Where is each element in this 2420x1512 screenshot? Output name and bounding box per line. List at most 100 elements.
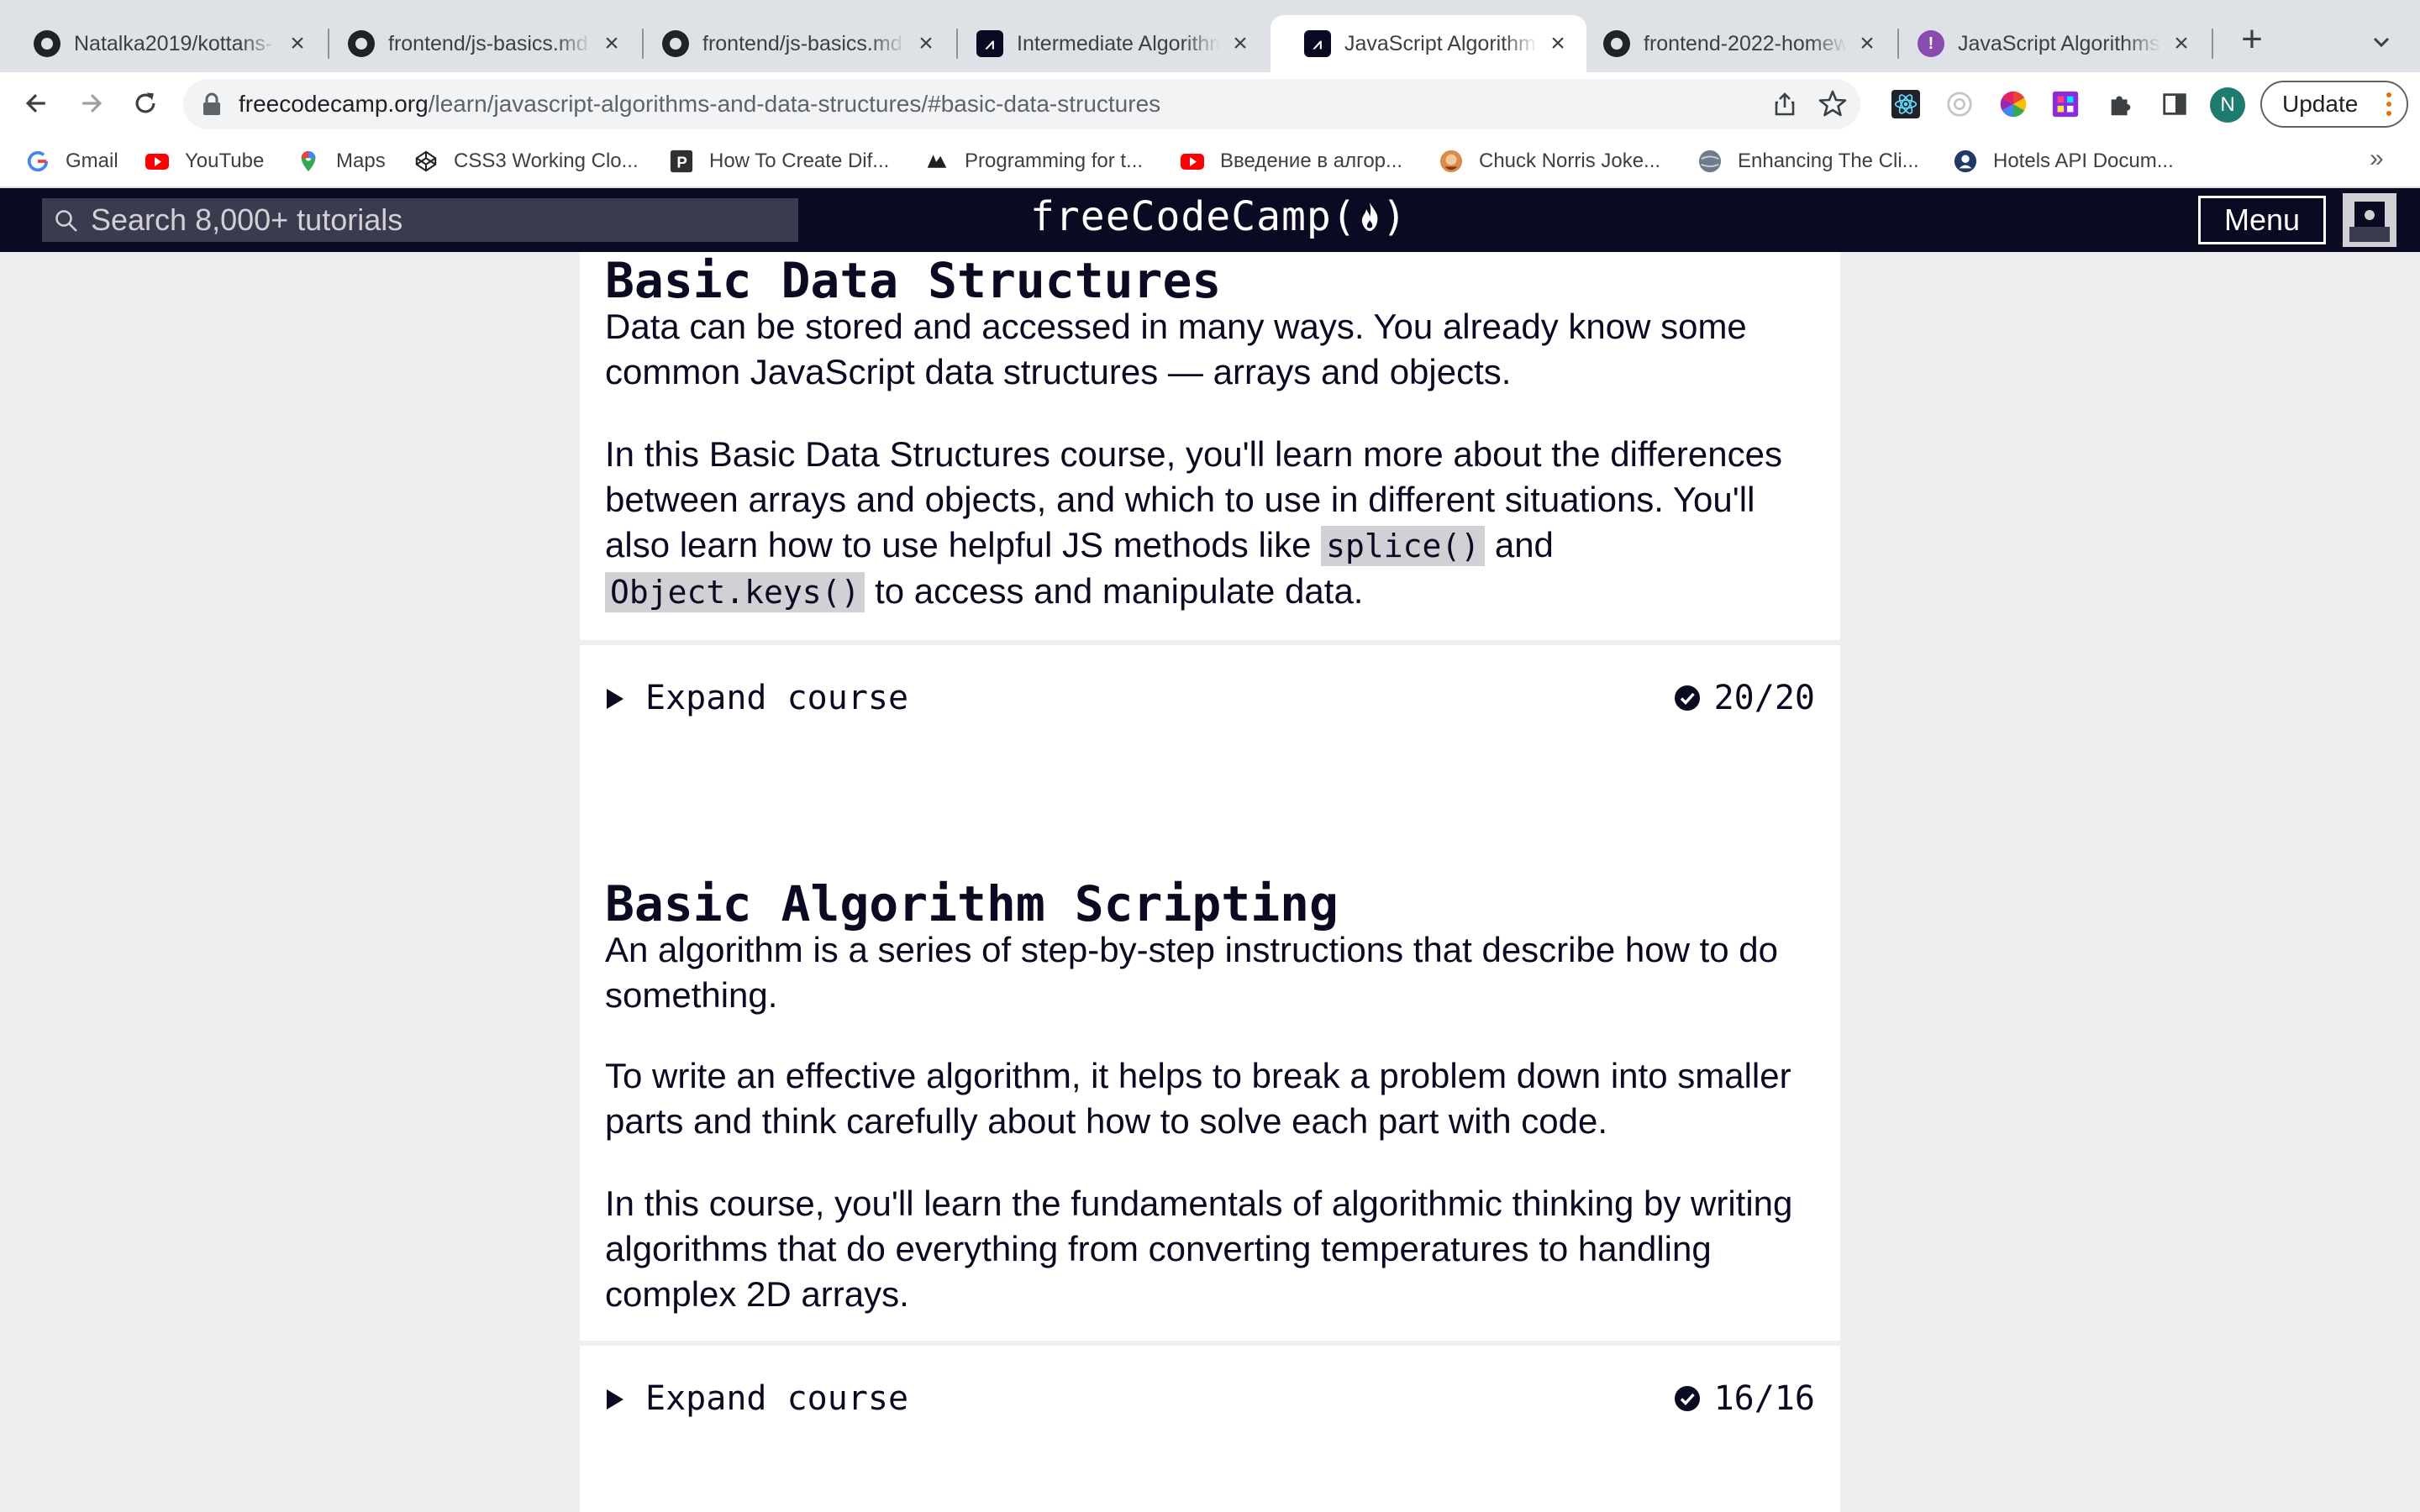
fcc-navbar: freeCodeCamp() Menu xyxy=(0,188,2420,252)
course-title: Basic Algorithm Scripting xyxy=(605,875,1339,932)
tab-frontend-homework[interactable]: frontend-2022-homew × xyxy=(1570,15,1896,72)
course-progress: 16/16 xyxy=(1674,1379,1815,1418)
fcc-search-box[interactable] xyxy=(42,198,798,242)
tab-natalka-repo[interactable]: Natalka2019/kottans- × xyxy=(0,15,326,72)
url-path: /learn/javascript-algorithms-and-data-st… xyxy=(428,91,1161,117)
arrow-left-icon xyxy=(25,93,45,113)
lock-icon[interactable] xyxy=(202,92,222,116)
course-card-basic-algorithm-scripting: Basic Algorithm Scripting An algorithm i… xyxy=(580,838,1840,1512)
bookmarks-bar: Gmail YouTube Maps CSS3 Working Clo... P… xyxy=(0,134,2420,188)
close-icon[interactable]: × xyxy=(1855,29,1879,57)
tab-title: JavaScript Algorithms xyxy=(1344,31,1538,55)
extension-circle[interactable] xyxy=(1944,89,1975,119)
tab-javascript-algorithms-active[interactable]: ⩘ JavaScript Algorithms × xyxy=(1270,15,1586,72)
flame-icon xyxy=(1361,202,1378,231)
new-tab-button[interactable]: + xyxy=(2235,21,2269,58)
close-icon[interactable]: × xyxy=(286,29,309,57)
p-logo-icon: P xyxy=(669,149,694,174)
course-description: Data can be stored and accessed in many … xyxy=(605,307,1747,391)
bookmark-label: Введение в алгор... xyxy=(1220,150,1403,172)
menu-button[interactable]: Menu xyxy=(2198,196,2326,244)
bookmark-label: Programming for t... xyxy=(965,150,1144,172)
star-icon[interactable] xyxy=(1818,89,1847,118)
youtube-icon xyxy=(1180,149,1205,174)
tab-title: Intermediate Algorithm xyxy=(1017,31,1220,55)
course-description: To write an effective algorithm, it help… xyxy=(605,1056,1791,1141)
github-icon xyxy=(34,30,60,57)
expand-course-label: Expand course xyxy=(645,679,909,717)
arrow-right-icon xyxy=(82,93,103,113)
expand-course-button[interactable]: Expand course 20/20 xyxy=(580,645,1840,754)
bookmark-enhancing-the-client[interactable]: Enhancing The Cli... xyxy=(1697,146,1919,176)
update-button[interactable]: Update xyxy=(2260,81,2408,128)
pixel-perfect-extension[interactable] xyxy=(2050,89,2081,119)
fcc-logo-text: freeCodeCamp( xyxy=(1030,193,1357,240)
user-avatar[interactable] xyxy=(2343,193,2396,247)
url-text[interactable]: freecodecamp.org/learn/javascript-algori… xyxy=(239,91,1160,118)
side-panel-button[interactable] xyxy=(2160,89,2190,119)
gmail-icon xyxy=(25,149,50,174)
code-splice: splice() xyxy=(1321,526,1486,566)
side-panel-icon xyxy=(2163,93,2186,115)
course-description: In this course, you'll learn the fundame… xyxy=(605,1184,1793,1314)
bookmark-hotels-api-docs[interactable]: Hotels API Docum... xyxy=(1953,146,2174,176)
hotels-api-icon xyxy=(1953,149,1978,174)
bookmark-gmail[interactable]: Gmail xyxy=(25,146,118,176)
color-picker-extension[interactable] xyxy=(1998,89,2028,119)
chevron-down-icon[interactable] xyxy=(2368,29,2395,55)
triangle-right-icon xyxy=(607,689,623,709)
extensions-button[interactable] xyxy=(2106,89,2136,119)
youtube-icon xyxy=(145,149,170,174)
url-host: freecodecamp.org xyxy=(239,91,429,117)
search-input[interactable] xyxy=(91,198,780,242)
bookmark-chuck-norris-jokes[interactable]: Chuck Norris Joke... xyxy=(1439,146,1660,176)
react-devtools-extension[interactable] xyxy=(1891,89,1921,119)
address-bar[interactable]: freecodecamp.org/learn/javascript-algori… xyxy=(183,79,1860,129)
course-title: Basic Data Structures xyxy=(605,252,1222,309)
tab-intermediate-algorithms[interactable]: ⩘ Intermediate Algorithm × xyxy=(943,15,1269,72)
bookmark-label: Chuck Norris Joke... xyxy=(1479,150,1661,172)
back-button[interactable] xyxy=(15,82,57,124)
hotels-icon: ! xyxy=(1918,30,1944,57)
bookmark-programming-for[interactable]: Programming for t... xyxy=(924,146,1143,176)
close-icon[interactable]: × xyxy=(600,29,623,57)
course-card-basic-data-structures: Basic Data Structures Data can be stored… xyxy=(580,252,1840,924)
close-icon[interactable]: × xyxy=(1228,29,1252,57)
fcc-logo[interactable]: freeCodeCamp() xyxy=(1030,193,1407,240)
bookmark-how-to-create[interactable]: P How To Create Dif... xyxy=(669,146,889,176)
freecodecamp-icon: ⩘ xyxy=(976,30,1003,57)
description-text: to access and manipulate data. xyxy=(865,571,1364,611)
update-label: Update xyxy=(2282,91,2359,117)
bookmark-algorithms-intro[interactable]: Введение в алгор... xyxy=(1180,146,1402,176)
profile-avatar[interactable]: N xyxy=(2210,87,2245,123)
reload-icon xyxy=(135,92,155,113)
target-icon xyxy=(1947,92,1972,117)
bookmark-youtube[interactable]: YouTube xyxy=(145,146,264,176)
tab-hotels-javascript-algorithms[interactable]: ! JavaScript Algorithms × xyxy=(1884,15,2210,72)
close-icon[interactable]: × xyxy=(2170,29,2193,57)
close-icon[interactable]: × xyxy=(1546,29,1570,57)
tab-strip: Natalka2019/kottans- × frontend/js-basic… xyxy=(0,0,2420,72)
check-circle-icon xyxy=(1674,685,1700,711)
forward-button[interactable] xyxy=(71,82,113,124)
description-text: and xyxy=(1485,525,1554,564)
bookmark-maps[interactable]: Maps xyxy=(296,146,386,176)
tab-js-basics-1[interactable]: frontend/js-basics.md × xyxy=(314,15,640,72)
expand-course-button[interactable]: Expand course 16/16 xyxy=(580,1346,1840,1455)
bookmark-css3-working-clock[interactable]: CSS3 Working Clo... xyxy=(413,146,639,176)
share-icon[interactable] xyxy=(1771,91,1798,118)
bookmark-label: Gmail xyxy=(66,150,118,172)
check-circle-icon xyxy=(1674,1386,1700,1411)
reload-button[interactable] xyxy=(124,82,166,124)
github-icon xyxy=(662,30,689,57)
progress-count: 20/20 xyxy=(1713,679,1815,717)
bookmarks-overflow-button[interactable]: » xyxy=(2370,144,2384,173)
triangle-right-icon xyxy=(607,1389,623,1410)
bookmark-label: Enhancing The Cli... xyxy=(1738,150,1919,172)
puzzle-icon xyxy=(2111,96,2131,116)
tab-title: frontend/js-basics.md xyxy=(702,31,902,55)
tab-js-basics-2[interactable]: frontend/js-basics.md × xyxy=(629,15,955,72)
freecodecamp-icon: ⩘ xyxy=(1304,30,1331,57)
color-wheel-icon xyxy=(2000,91,2027,118)
close-icon[interactable]: × xyxy=(914,29,938,57)
